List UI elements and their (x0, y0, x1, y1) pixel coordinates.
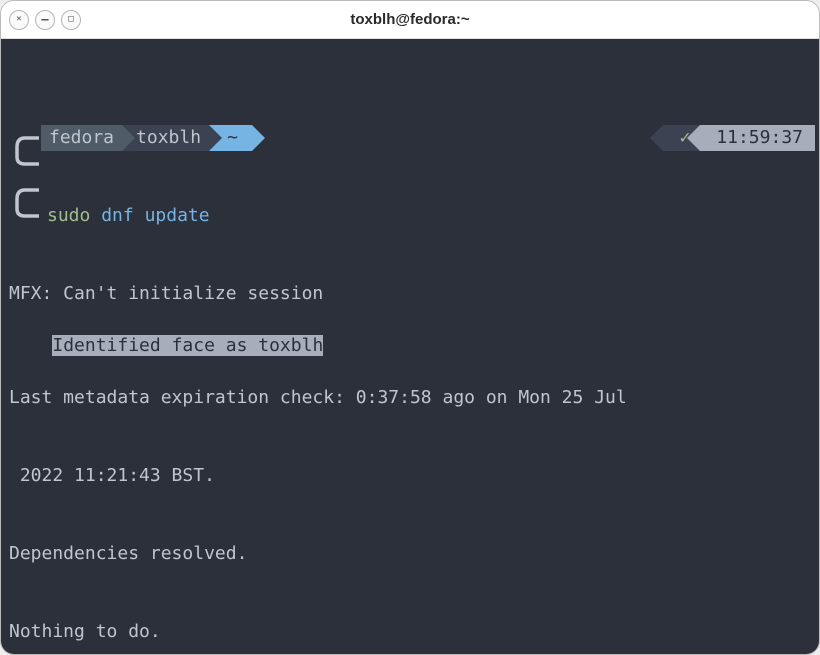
prompt-hook-bottom-icon (7, 203, 41, 229)
prompt-host: fedora (41, 125, 122, 151)
maximize-icon[interactable] (61, 10, 81, 30)
window-controls (9, 10, 81, 30)
prompt-line: fedora toxblh ~ ✓ 11:59:37 (7, 125, 815, 151)
prompt-time: 11:59:37 (700, 125, 815, 151)
output-line-highlighted: Identified face as toxblh (50, 333, 323, 359)
prompt-user: toxblh (122, 125, 209, 151)
output-line: Last metadata expiration check: 0:37:58 … (7, 385, 815, 411)
terminal-body[interactable]: fedora toxblh ~ ✓ 11:59:37 sudo dnf upda… (1, 39, 819, 654)
minimize-icon[interactable] (35, 10, 55, 30)
cmd-bin: dnf (101, 205, 134, 226)
cmd-arg: update (145, 205, 210, 226)
command-line: sudo dnf update (7, 203, 815, 229)
prompt-hook-icon (7, 125, 41, 151)
output-line: 2022 11:21:43 BST. (7, 463, 815, 489)
titlebar[interactable]: toxblh@fedora:~ (1, 1, 819, 39)
output-line: MFX: Can't initialize session (7, 281, 815, 307)
terminal-window: toxblh@fedora:~ fedora toxblh ~ ✓ 11:59:… (0, 0, 820, 655)
output-line: Dependencies resolved. (7, 541, 815, 567)
window-title: toxblh@fedora:~ (1, 11, 819, 28)
output-line: Nothing to do. (7, 619, 815, 645)
close-icon[interactable] (9, 10, 29, 30)
